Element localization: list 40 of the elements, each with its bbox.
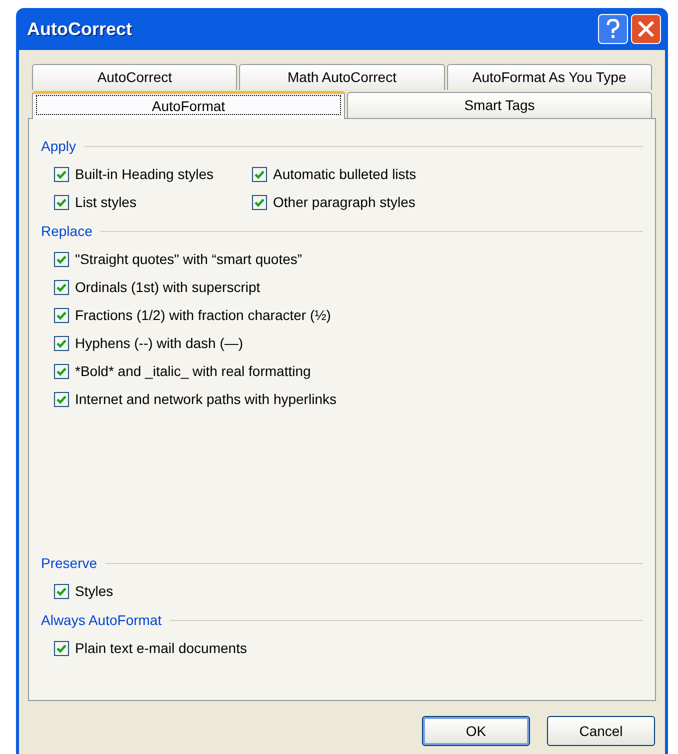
question-mark-icon — [606, 19, 620, 39]
checkbox[interactable] — [54, 336, 69, 350]
close-icon — [637, 20, 655, 38]
checkbox[interactable] — [252, 166, 267, 182]
checkbox[interactable] — [54, 364, 69, 378]
checkbox-label: "Straight quotes" with “smart quotes” — [75, 250, 302, 269]
checkbox-label: *Bold* and _italic_ with real formatting — [75, 362, 311, 381]
tab[interactable]: AutoCorrect — [32, 64, 238, 90]
window-title: AutoCorrect — [27, 18, 132, 40]
group-heading: Apply — [41, 136, 76, 156]
checkbox-label: Ordinals (1st) with superscript — [75, 278, 260, 297]
close-button[interactable] — [631, 14, 661, 44]
help-button[interactable] — [598, 14, 628, 44]
tab[interactable]: Smart Tags — [347, 92, 652, 118]
group-heading: Preserve — [41, 554, 98, 572]
ok-button[interactable]: OK — [422, 716, 530, 746]
checkbox-label: Automatic bulleted lists — [273, 164, 416, 184]
checkbox-label: Internet and network paths with hyperlinks — [75, 390, 336, 409]
checkbox[interactable] — [54, 280, 69, 294]
checkbox-label: List styles — [75, 192, 136, 212]
checkbox[interactable] — [54, 584, 69, 598]
checkbox[interactable] — [54, 194, 69, 210]
checkbox-label: Other paragraph styles — [273, 192, 416, 212]
group-heading: Always AutoFormat — [41, 610, 162, 630]
group-heading: Replace — [41, 222, 92, 241]
checkbox[interactable] — [54, 392, 69, 406]
checkbox-label: Built-in Heading styles — [75, 164, 214, 184]
cancel-button[interactable]: Cancel — [547, 716, 655, 746]
checkbox[interactable] — [54, 166, 69, 182]
checkbox-label: Plain text e-mail documents — [75, 638, 247, 658]
checkbox[interactable] — [54, 252, 69, 266]
checkbox-label: Fractions (1/2) with fraction character (½) — [75, 306, 331, 325]
tab[interactable]: AutoFormat — [32, 91, 345, 119]
tab[interactable]: Math AutoCorrect — [239, 64, 445, 90]
checkbox[interactable] — [54, 640, 69, 656]
checkbox-label: Styles — [75, 582, 114, 601]
checkbox[interactable] — [252, 194, 267, 210]
checkbox-label: Hyphens (--) with dash (—) — [75, 334, 244, 353]
checkbox[interactable] — [54, 308, 69, 322]
tab[interactable]: AutoFormat As You Type — [446, 64, 652, 90]
